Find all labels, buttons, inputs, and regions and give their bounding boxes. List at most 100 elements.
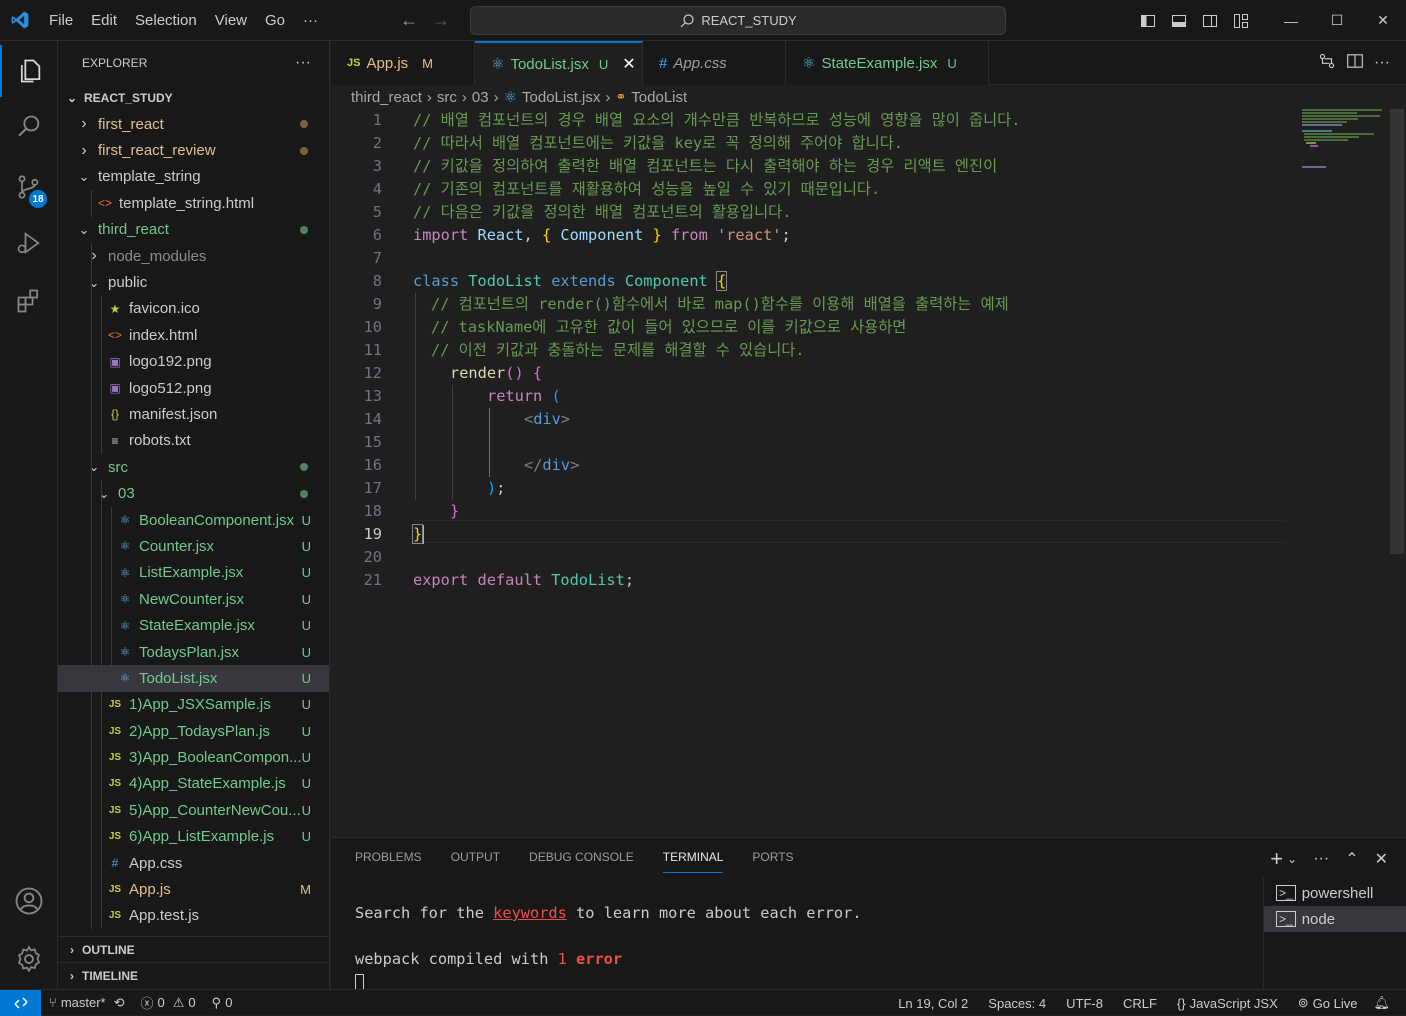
file-app-todaysplan[interactable]: JS 2)App_TodaysPlan.js U xyxy=(58,717,329,745)
terminal-output[interactable]: Search for the keywords to learn more ab… xyxy=(355,902,862,994)
file-app-js[interactable]: JS App.js M xyxy=(58,876,329,903)
indentation[interactable]: Spaces: 4 xyxy=(978,996,1056,1011)
menu-edit[interactable]: Edit xyxy=(82,0,126,41)
close-tab-icon[interactable]: ✕ xyxy=(622,54,635,74)
panel-tab-debug-console[interactable]: DEBUG CONSOLE xyxy=(529,850,634,873)
file-template-string-html[interactable]: <> template_string.html xyxy=(58,190,329,217)
file-app-stateexample[interactable]: JS 4)App_StateExample.js U xyxy=(58,770,329,798)
explorer-more-icon[interactable]: ··· xyxy=(295,54,311,72)
close-window-button[interactable]: ✕ xyxy=(1360,0,1406,41)
go-live-button[interactable]: ⊚ Go Live xyxy=(1288,995,1368,1011)
toggle-secondary-sidebar-icon[interactable] xyxy=(1194,0,1225,41)
terminal-node[interactable]: >_ node xyxy=(1264,906,1406,932)
toggle-panel-icon[interactable] xyxy=(1163,0,1194,41)
workspace-root-header[interactable]: ⌄ REACT_STUDY xyxy=(58,85,329,111)
notifications-bell-icon[interactable]: 🔔︎ xyxy=(1367,995,1396,1011)
file-app-booleancomponent[interactable]: JS 3)App_BooleanCompon... U xyxy=(58,744,329,771)
breadcrumb-item[interactable]: third_react xyxy=(351,89,422,106)
file-listexample[interactable]: ⚛ ListExample.jsx U xyxy=(58,559,329,587)
breadcrumb-item[interactable]: 03 xyxy=(472,89,489,106)
close-panel-icon[interactable]: ✕ xyxy=(1375,849,1388,869)
file-app-counternewcounter[interactable]: JS 5)App_CounterNewCou... U xyxy=(58,797,329,824)
file-todolist[interactable]: ⚛ TodoList.jsx U xyxy=(58,665,329,692)
folder-first-react[interactable]: › first_react xyxy=(58,111,329,137)
file-favicon[interactable]: ★ favicon.ico xyxy=(58,295,329,323)
file-app-jsxsample[interactable]: JS 1)App_JSXSample.js U xyxy=(58,691,329,718)
split-editor-icon[interactable] xyxy=(1346,52,1364,74)
breadcrumb-item[interactable]: TodoList.jsx xyxy=(522,89,600,106)
menu-view[interactable]: View xyxy=(206,0,256,41)
search-view-icon[interactable] xyxy=(0,101,58,153)
file-logo192[interactable]: ▣ logo192.png xyxy=(58,348,329,375)
panel-tab-output[interactable]: OUTPUT xyxy=(451,850,500,873)
panel-tab-terminal[interactable]: TERMINAL xyxy=(662,850,724,873)
tab-stateexample-jsx[interactable]: ⚛ StateExample.jsx U xyxy=(786,41,989,85)
file-robots[interactable]: ≡ robots.txt xyxy=(58,427,329,455)
folder-template-string[interactable]: ⌄ template_string xyxy=(58,164,329,190)
breadcrumb-item[interactable]: TodoList xyxy=(631,89,687,106)
forward-arrow-icon[interactable]: → xyxy=(432,10,450,31)
line-ending[interactable]: CRLF xyxy=(1113,996,1167,1011)
customize-layout-icon[interactable] xyxy=(1225,0,1256,41)
file-booleancomponent[interactable]: ⚛ BooleanComponent.jsx U xyxy=(58,506,329,534)
panel-more-icon[interactable]: ··· xyxy=(1313,850,1329,868)
panel-tab-ports[interactable]: PORTS xyxy=(752,850,793,873)
file-manifest[interactable]: {} manifest.json xyxy=(58,401,329,428)
folder-src[interactable]: ⌄ src xyxy=(58,454,329,481)
new-terminal-icon[interactable]: + xyxy=(1270,846,1283,872)
file-todaysplan[interactable]: ⚛ TodaysPlan.jsx U xyxy=(58,638,329,666)
maximize-panel-icon[interactable]: ⌃ xyxy=(1345,849,1358,869)
timeline-section-header[interactable]: › TIMELINE xyxy=(58,963,329,989)
minimap[interactable] xyxy=(1302,109,1390,169)
encoding[interactable]: UTF-8 xyxy=(1056,996,1113,1011)
folder-03[interactable]: ⌄ 03 xyxy=(58,480,329,507)
editor-more-icon[interactable]: ··· xyxy=(1374,54,1390,72)
file-app-listexample[interactable]: JS 6)App_ListExample.js U xyxy=(58,823,329,850)
toggle-primary-sidebar-icon[interactable] xyxy=(1132,0,1163,41)
minimize-button[interactable]: — xyxy=(1268,0,1314,41)
file-newcounter[interactable]: ⚛ NewCounter.jsx U xyxy=(58,586,329,613)
file-index-html[interactable]: <> index.html xyxy=(58,322,329,349)
accounts-icon[interactable] xyxy=(0,875,58,927)
manage-gear-icon[interactable] xyxy=(0,933,58,985)
terminal-powershell[interactable]: >_ powershell xyxy=(1264,880,1406,906)
folder-third-react[interactable]: ⌄ third_react xyxy=(58,217,329,243)
folder-public[interactable]: ⌄ public xyxy=(58,269,329,296)
folder-node-modules[interactable]: › node_modules xyxy=(58,242,329,270)
outline-section-header[interactable]: › OUTLINE xyxy=(58,937,329,963)
file-stateexample[interactable]: ⚛ StateExample.jsx U xyxy=(58,612,329,639)
tab-app-js[interactable]: JS App.js M xyxy=(331,41,475,85)
git-branch-status[interactable]: ⑂ master* ⟲ xyxy=(41,995,133,1011)
extensions-icon[interactable] xyxy=(0,275,58,327)
remote-indicator-icon[interactable] xyxy=(0,989,41,1016)
menu-selection[interactable]: Selection xyxy=(126,0,206,41)
menu-file[interactable]: File xyxy=(40,0,82,41)
chevron-down-icon[interactable]: ⌄ xyxy=(1287,852,1297,866)
folder-first-react-review[interactable]: › first_react_review xyxy=(58,137,329,163)
keywords-link[interactable]: keywords xyxy=(493,904,567,922)
file-counter[interactable]: ⚛ Counter.jsx U xyxy=(58,533,329,560)
back-arrow-icon[interactable]: ← xyxy=(400,10,418,31)
sync-icon[interactable]: ⟲ xyxy=(114,995,125,1011)
editor-scrollbar[interactable] xyxy=(1390,109,1404,554)
explorer-icon[interactable] xyxy=(0,45,58,97)
tab-todolist-jsx[interactable]: ⚛ TodoList.jsx U ✕ xyxy=(475,41,643,85)
problems-status[interactable]: ⓧ 0 ⚠ 0 xyxy=(133,993,204,1012)
command-center-search[interactable]: REACT_STUDY xyxy=(470,6,1006,35)
compare-changes-icon[interactable] xyxy=(1318,52,1336,74)
maximize-button[interactable]: ☐ xyxy=(1314,0,1360,41)
run-debug-icon[interactable] xyxy=(0,217,58,269)
tab-app-css[interactable]: # App.css xyxy=(643,41,786,85)
code-editor[interactable]: 1// 배열 컴포넌트의 경우 배열 요소의 개수만큼 반복하므로 성능에 영향… xyxy=(331,109,1406,837)
file-logo512[interactable]: ▣ logo512.png xyxy=(58,374,329,402)
menu-go[interactable]: Go xyxy=(256,0,294,41)
file-app-css[interactable]: # App.css xyxy=(58,849,329,877)
menu-more[interactable]: ··· xyxy=(294,0,327,41)
panel-tab-problems[interactable]: PROBLEMS xyxy=(355,850,422,873)
breadcrumb-item[interactable]: src xyxy=(437,89,457,106)
source-control-icon[interactable]: 18 xyxy=(0,161,58,213)
cursor-position[interactable]: Ln 19, Col 2 xyxy=(888,996,978,1011)
file-app-test-js[interactable]: JS App.test.js xyxy=(58,902,329,930)
language-mode[interactable]: {} JavaScript JSX xyxy=(1167,996,1288,1011)
ports-status[interactable]: ⚲ 0 xyxy=(204,995,241,1011)
